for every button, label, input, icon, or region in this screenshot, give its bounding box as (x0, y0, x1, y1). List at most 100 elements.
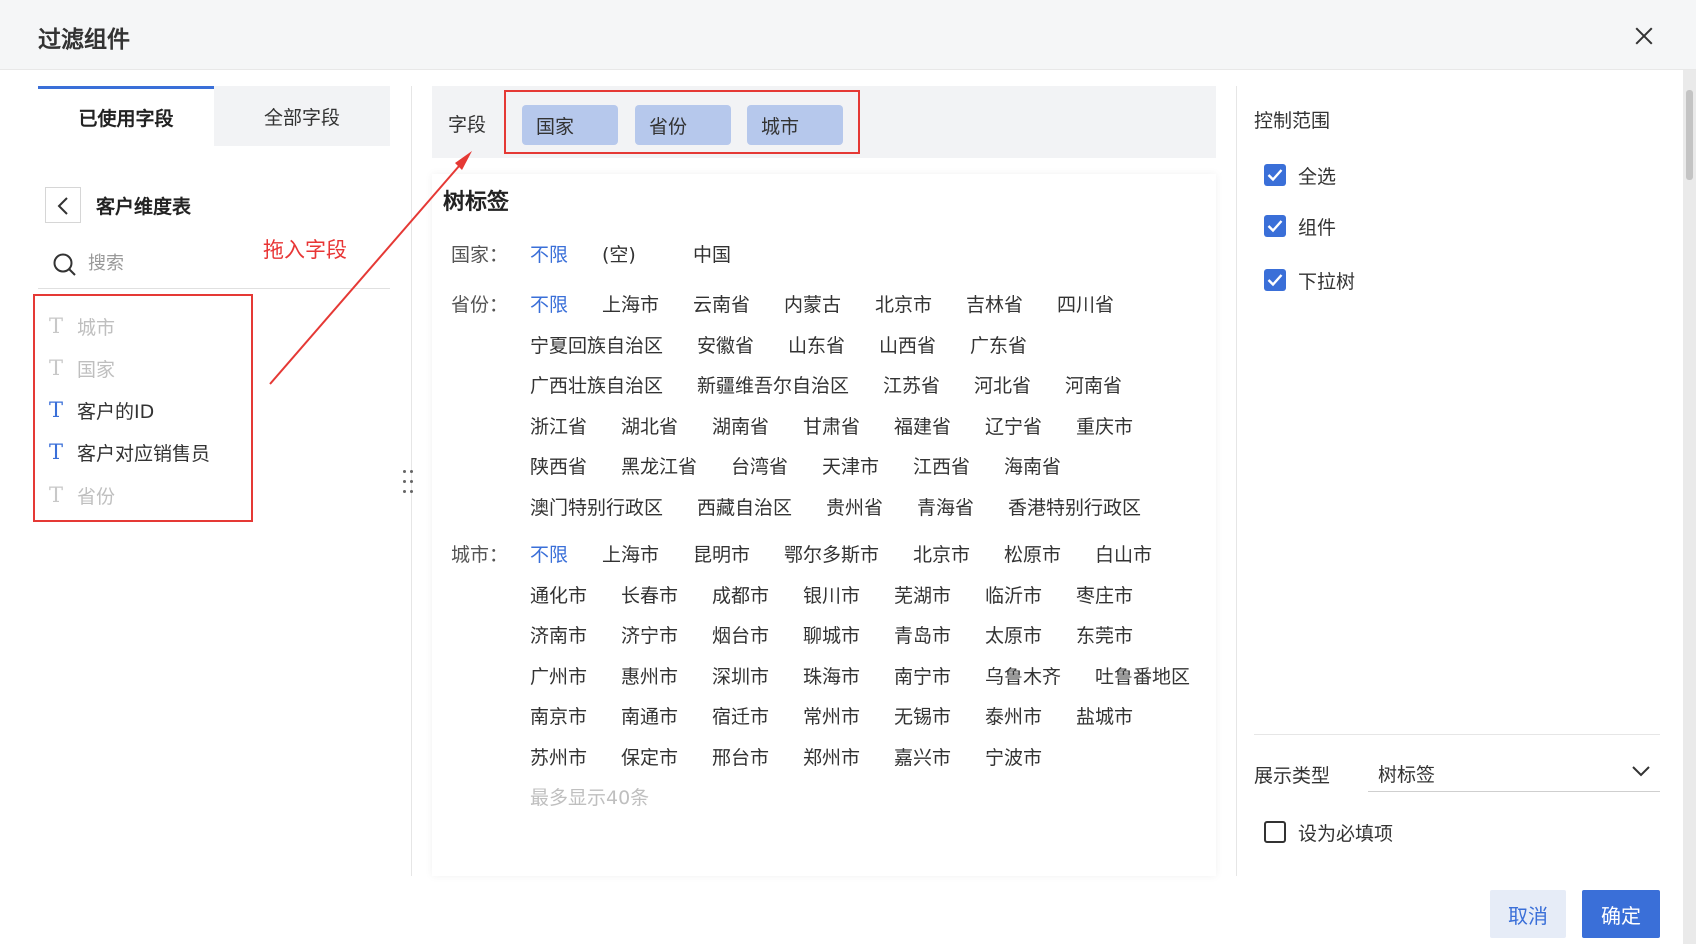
check-icon[interactable] (1264, 215, 1286, 237)
filter-option[interactable]: 贵州省 (826, 493, 883, 520)
filter-option[interactable]: 香港特别行政区 (1008, 493, 1141, 520)
filter-option[interactable]: 澳门特别行政区 (530, 493, 663, 520)
filter-option[interactable]: 天津市 (822, 452, 879, 479)
filter-option[interactable]: 西藏自治区 (697, 493, 792, 520)
field-chip[interactable]: 省份 (635, 105, 731, 145)
check-icon[interactable] (1264, 269, 1286, 291)
filter-option[interactable]: 宁夏回族自治区 (530, 331, 663, 358)
filter-option[interactable]: 南通市 (621, 702, 678, 729)
filter-option[interactable]: 四川省 (1057, 290, 1114, 317)
filter-option[interactable]: 广东省 (970, 331, 1027, 358)
filter-option[interactable]: 江西省 (913, 452, 970, 479)
field-drop-zone[interactable]: 国家 省份 城市 (504, 90, 860, 154)
field-item-city[interactable]: T 城市 (49, 311, 115, 341)
filter-option[interactable]: 太原市 (985, 621, 1042, 648)
filter-option[interactable]: 河南省 (1065, 371, 1122, 398)
filter-option[interactable]: 河北省 (974, 371, 1031, 398)
filter-option[interactable]: 中国 (693, 240, 731, 267)
filter-option[interactable]: 海南省 (1004, 452, 1061, 479)
filter-option[interactable]: 辽宁省 (985, 412, 1042, 439)
filter-option[interactable]: 宁波市 (985, 743, 1042, 770)
filter-option[interactable]: 吐鲁番地区 (1095, 662, 1190, 689)
filter-option[interactable]: 泰州市 (985, 702, 1042, 729)
filter-option[interactable]: 南京市 (530, 702, 587, 729)
filter-option[interactable]: 陕西省 (530, 452, 587, 479)
filter-option[interactable]: 珠海市 (803, 662, 860, 689)
filter-option[interactable]: 银川市 (803, 581, 860, 608)
filter-option[interactable]: 郑州市 (803, 743, 860, 770)
scrollbar-thumb[interactable] (1686, 90, 1693, 180)
filter-option[interactable]: 黑龙江省 (621, 452, 697, 479)
filter-option[interactable]: 青海省 (917, 493, 974, 520)
check-icon[interactable] (1264, 164, 1286, 186)
filter-option[interactable]: 嘉兴市 (894, 743, 951, 770)
checkbox-required[interactable]: 设为必填项 (1264, 817, 1393, 847)
filter-option[interactable]: 济宁市 (621, 621, 678, 648)
filter-option[interactable]: 昆明市 (693, 540, 750, 567)
field-item-customer-id[interactable]: T 客户的ID (49, 395, 154, 425)
filter-option[interactable]: 广州市 (530, 662, 587, 689)
field-item-country[interactable]: T 国家 (49, 353, 115, 383)
filter-option[interactable]: 北京市 (913, 540, 970, 567)
filter-option[interactable]: 东莞市 (1076, 621, 1133, 648)
filter-option[interactable]: 苏州市 (530, 743, 587, 770)
filter-option[interactable]: 浙江省 (530, 412, 587, 439)
filter-option[interactable]: 邢台市 (712, 743, 769, 770)
filter-option[interactable]: 鄂尔多斯市 (784, 540, 879, 567)
filter-option[interactable]: 盐城市 (1076, 702, 1133, 729)
filter-option[interactable]: 南宁市 (894, 662, 951, 689)
filter-option[interactable]: 北京市 (875, 290, 932, 317)
filter-option[interactable]: 上海市 (602, 290, 659, 317)
field-item-sales-rep[interactable]: T 客户对应销售员 (49, 437, 210, 467)
filter-option[interactable]: 湖南省 (712, 412, 769, 439)
back-button[interactable] (45, 187, 81, 223)
filter-option[interactable]: 惠州市 (621, 662, 678, 689)
filter-option[interactable]: 通化市 (530, 581, 587, 608)
checkbox-dropdown-tree[interactable]: 下拉树 (1264, 265, 1355, 295)
checkbox-box[interactable] (1264, 821, 1286, 843)
filter-option[interactable]: 保定市 (621, 743, 678, 770)
filter-option[interactable]: 长春市 (621, 581, 678, 608)
filter-option[interactable]: 福建省 (894, 412, 951, 439)
filter-option[interactable]: 宿迁市 (712, 702, 769, 729)
filter-option[interactable]: 吉林省 (966, 290, 1023, 317)
checkbox-select-all[interactable]: 全选 (1264, 160, 1336, 190)
field-chip[interactable]: 城市 (747, 105, 843, 145)
filter-option[interactable]: 台湾省 (731, 452, 788, 479)
tab-all-fields[interactable]: 全部字段 (214, 86, 390, 146)
filter-option[interactable]: 济南市 (530, 621, 587, 648)
filter-option[interactable]: 不限 (530, 540, 568, 567)
filter-option[interactable]: 烟台市 (712, 621, 769, 648)
field-chip[interactable]: 国家 (522, 105, 618, 145)
filter-option[interactable]: 云南省 (693, 290, 750, 317)
filter-option[interactable]: 安徽省 (697, 331, 754, 358)
filter-option[interactable]: 临沂市 (985, 581, 1042, 608)
filter-option[interactable]: 湖北省 (621, 412, 678, 439)
filter-option[interactable]: 聊城市 (803, 621, 860, 648)
field-item-province[interactable]: T 省份 (49, 480, 115, 510)
close-icon[interactable] (1630, 22, 1658, 50)
filter-option[interactable]: 青岛市 (894, 621, 951, 648)
scrollbar[interactable] (1683, 70, 1696, 944)
filter-option[interactable]: 成都市 (712, 581, 769, 608)
filter-option[interactable]: 枣庄市 (1076, 581, 1133, 608)
filter-option[interactable]: 白山市 (1095, 540, 1152, 567)
ok-button[interactable]: 确定 (1582, 890, 1660, 938)
filter-option[interactable]: 江苏省 (883, 371, 940, 398)
grip-icon[interactable] (401, 468, 417, 496)
filter-option[interactable]: 深圳市 (712, 662, 769, 689)
filter-option[interactable]: 新疆维吾尔自治区 (697, 371, 849, 398)
filter-option[interactable]: 不限 (530, 240, 568, 267)
checkbox-component[interactable]: 组件 (1264, 211, 1336, 241)
filter-option[interactable]: 广西壮族自治区 (530, 371, 663, 398)
filter-option[interactable]: 常州市 (803, 702, 860, 729)
filter-option[interactable]: 内蒙古 (784, 290, 841, 317)
filter-option[interactable]: 山西省 (879, 331, 936, 358)
filter-option[interactable]: 乌鲁木齐 (985, 662, 1061, 689)
filter-option[interactable]: 重庆市 (1076, 412, 1133, 439)
filter-option[interactable]: 上海市 (602, 540, 659, 567)
tab-used-fields[interactable]: 已使用字段 (38, 86, 214, 146)
filter-option[interactable]: 松原市 (1004, 540, 1061, 567)
cancel-button[interactable]: 取消 (1490, 890, 1566, 938)
display-type-select[interactable]: 树标签 (1368, 752, 1660, 792)
